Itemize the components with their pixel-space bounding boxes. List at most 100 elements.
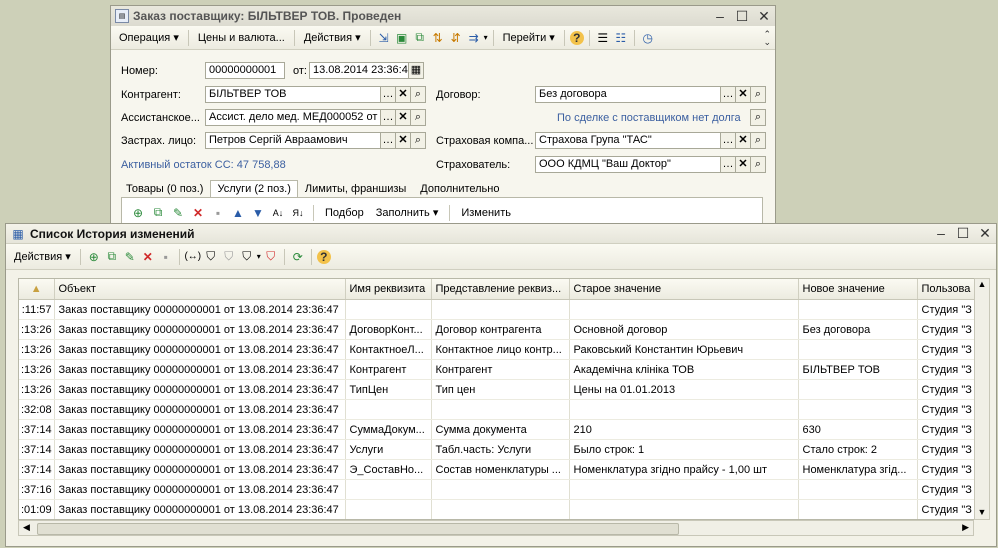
edit-icon[interactable]: ✎	[170, 205, 186, 221]
insured-select-button[interactable]: …	[380, 132, 396, 149]
search-icon[interactable]: ⌕	[750, 132, 766, 149]
add-icon[interactable]: ⊕	[130, 205, 146, 221]
maximize-icon[interactable]: ☐	[956, 225, 970, 242]
sort-asc-icon[interactable]: A↓	[270, 205, 286, 221]
tab-goods[interactable]: Товары (0 поз.)	[119, 180, 210, 197]
add-icon[interactable]: ⊕	[86, 249, 102, 265]
list-settings-icon[interactable]: ☷	[613, 30, 629, 46]
help-icon[interactable]: ?	[569, 30, 584, 45]
scroll-up-icon[interactable]: ▲	[975, 279, 989, 289]
clear-icon[interactable]: ✕	[735, 132, 751, 149]
table-row[interactable]: :37:16 Заказ поставщику 00000000001 от 13…	[19, 479, 977, 500]
clear-icon[interactable]: ✕	[735, 86, 751, 103]
prices-currency-button[interactable]: Цены и валюта...	[194, 30, 289, 46]
copy-icon[interactable]: ⧉	[104, 249, 120, 265]
selection-button[interactable]: Подбор	[321, 205, 368, 221]
close-icon[interactable]: ✕	[978, 225, 992, 242]
no-debt-link[interactable]: По сделке с поставщиком нет долга	[557, 112, 741, 124]
policyholder-select-button[interactable]: …	[720, 156, 736, 173]
time-column-header[interactable]: ▲	[19, 279, 55, 300]
tab-limits[interactable]: Лимиты, франшизы	[298, 180, 413, 197]
assistance-field[interactable]: Ассист. дело мед. МЕД000052 от ...	[205, 109, 381, 126]
insurer-select-button[interactable]: …	[720, 132, 736, 149]
search-icon[interactable]: ⌕	[750, 86, 766, 103]
vertical-scrollbar[interactable]: ▲ ▼	[974, 278, 990, 520]
minimize-icon[interactable]: –	[713, 8, 727, 25]
filter-list-icon[interactable]: ⛉	[239, 249, 255, 265]
column-header-object[interactable]: Объект	[54, 279, 346, 300]
policyholder-field[interactable]: ООО КДМЦ "Ваш Доктор"	[535, 156, 721, 173]
clear-icon[interactable]: ✕	[395, 132, 411, 149]
clear-icon[interactable]: ✕	[735, 156, 751, 173]
fill-menu[interactable]: Заполнить ▾	[372, 204, 443, 221]
search-icon[interactable]: ⌕	[750, 156, 766, 173]
contract-field[interactable]: Без договора	[535, 86, 721, 103]
insured-field[interactable]: Петров Сергій Авраамович	[205, 132, 381, 149]
search-icon[interactable]: ⌕	[410, 109, 426, 126]
table-row[interactable]: :11:57 Заказ поставщику 00000000001 от 13…	[19, 299, 977, 320]
table-row[interactable]: :13:26 Заказ поставщику 00000000001 от 13…	[19, 319, 977, 340]
copy-doc-icon[interactable]: ⧉	[412, 30, 428, 46]
table-row[interactable]: :13:26 Заказ поставщику 00000000001 от 13…	[19, 359, 977, 380]
move-down-icon[interactable]: ▼	[250, 205, 266, 221]
scroll-left-icon[interactable]: ◀	[23, 522, 30, 533]
column-header-new-value[interactable]: Новое значение	[798, 279, 918, 300]
date-field[interactable]: 13.08.2014 23:36:47	[309, 62, 409, 79]
calendar-icon[interactable]: ▦	[408, 62, 424, 79]
number-field[interactable]: 00000000001	[205, 62, 285, 79]
horizontal-scrollbar[interactable]: ◀ ▶	[18, 520, 974, 536]
help-icon[interactable]: ?	[316, 249, 331, 264]
move-up-icon[interactable]: ▲	[230, 205, 246, 221]
maximize-icon[interactable]: ☐	[735, 8, 749, 25]
table-row[interactable]: :37:14 Заказ поставщику 00000000001 от 13…	[19, 439, 977, 460]
sort-desc-icon[interactable]: Я↓	[290, 205, 306, 221]
clear-icon[interactable]: ✕	[395, 86, 411, 103]
post-icon[interactable]: ⇲	[376, 30, 392, 46]
column-header-attr-name[interactable]: Имя реквизита	[345, 279, 432, 300]
save-icon[interactable]: ▪	[158, 249, 174, 265]
refresh-icon[interactable]: ⟳	[290, 249, 306, 265]
scroll-right-icon[interactable]: ▶	[962, 522, 969, 533]
filter-icon[interactable]: ⛉	[203, 249, 219, 265]
goto-menu[interactable]: Перейти ▾	[499, 29, 559, 46]
assistance-select-button[interactable]: …	[380, 109, 396, 126]
table-icon[interactable]: ☰	[595, 30, 611, 46]
scroll-thumb[interactable]	[37, 523, 679, 535]
minimize-icon[interactable]: –	[934, 225, 948, 242]
close-icon[interactable]: ✕	[757, 8, 771, 25]
tab-additional[interactable]: Дополнительно	[413, 180, 506, 197]
refresh-doc-icon[interactable]: ▣	[394, 30, 410, 46]
table-row[interactable]: :37:14 Заказ поставщику 00000000001 от 13…	[19, 459, 977, 480]
based-on-icon[interactable]: ⇉	[466, 30, 482, 46]
column-header-old-value[interactable]: Старое значение	[569, 279, 799, 300]
history-icon[interactable]: ◷	[640, 30, 656, 46]
column-header-user[interactable]: Пользова	[917, 279, 977, 300]
filter-value-icon[interactable]: ⛉	[221, 249, 237, 265]
scroll-down-icon[interactable]: ▼	[975, 507, 989, 517]
clear-icon[interactable]: ✕	[395, 109, 411, 126]
change-button[interactable]: Изменить	[457, 205, 515, 221]
table-row[interactable]: :37:14 Заказ поставщику 00000000001 от 13…	[19, 419, 977, 440]
structure-icon[interactable]: ⇵	[448, 30, 464, 46]
column-header-attr-repr[interactable]: Представление реквиз...	[431, 279, 570, 300]
table-row[interactable]: :32:08 Заказ поставщику 00000000001 от 13…	[19, 399, 977, 420]
interval-icon[interactable]: (↔)	[184, 249, 201, 265]
table-row[interactable]: :13:26 Заказ поставщику 00000000001 от 13…	[19, 339, 977, 360]
table-row[interactable]: :01:09 Заказ поставщику 00000000001 от 13…	[19, 499, 977, 519]
counterparty-select-button[interactable]: …	[380, 86, 396, 103]
actions-menu[interactable]: Действия ▾	[10, 248, 75, 265]
insurer-field[interactable]: Страхова Група "ТАС"	[535, 132, 721, 149]
operation-menu[interactable]: Операция ▾	[115, 29, 183, 46]
counterparty-field[interactable]: БІЛЬТВЕР ТОВ	[205, 86, 381, 103]
toolbar-overflow-icon[interactable]: ⌃ ⌄	[763, 29, 771, 46]
search-icon[interactable]: ⌕	[410, 132, 426, 149]
save-icon[interactable]: ▪	[210, 205, 226, 221]
delete-icon[interactable]: ✕	[190, 205, 206, 221]
actions-menu[interactable]: Действия ▾	[300, 29, 365, 46]
tab-services[interactable]: Услуги (2 поз.)	[210, 180, 298, 197]
table-row[interactable]: :13:26 Заказ поставщику 00000000001 от 13…	[19, 379, 977, 400]
delete-icon[interactable]: ✕	[140, 249, 156, 265]
edit-icon[interactable]: ✎	[122, 249, 138, 265]
contract-select-button[interactable]: …	[720, 86, 736, 103]
search-icon[interactable]: ⌕	[750, 109, 766, 126]
